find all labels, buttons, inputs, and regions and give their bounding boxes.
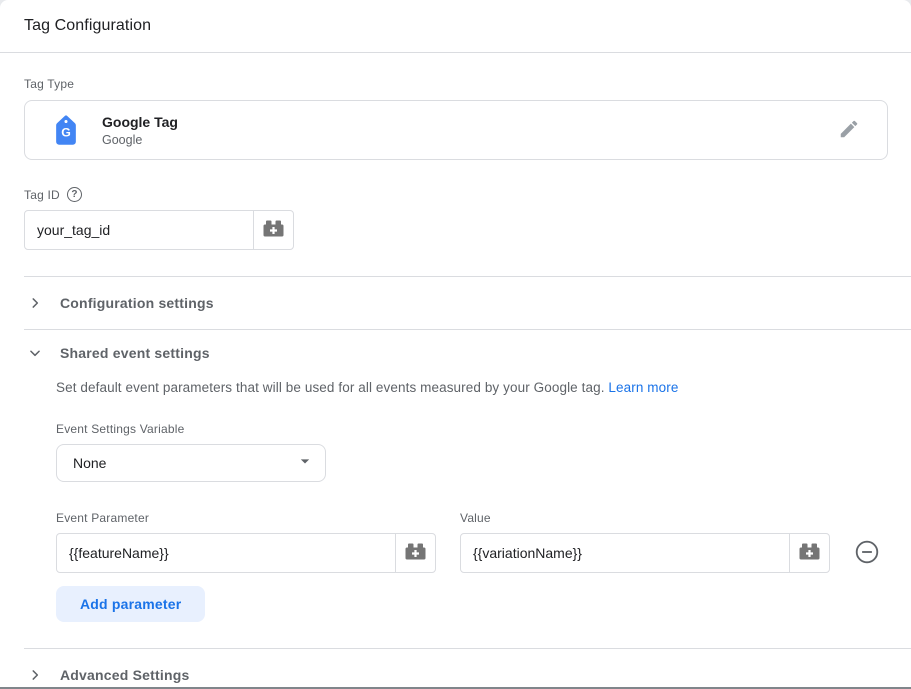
value-input[interactable] (461, 534, 789, 572)
tag-id-label-row: Tag ID ? (24, 187, 887, 202)
tag-type-vendor: Google (102, 133, 178, 147)
tag-icon-letter: G (61, 126, 71, 140)
value-input-group (460, 533, 830, 573)
tag-configuration-panel: Tag Configuration Tag Type G Google Tag … (0, 0, 911, 689)
chevron-right-icon (28, 668, 42, 682)
tag-id-input[interactable] (25, 211, 253, 249)
edit-tag-type-button[interactable] (831, 112, 867, 148)
value-label: Value (460, 511, 491, 525)
expander-label: Configuration settings (60, 295, 214, 311)
page-title: Tag Configuration (24, 17, 151, 35)
expander-label: Advanced Settings (60, 667, 189, 683)
event-parameter-label: Event Parameter (56, 511, 460, 525)
google-tag-icon: G (49, 113, 83, 147)
event-settings-variable-label: Event Settings Variable (56, 422, 911, 436)
parameter-variable-picker-button[interactable] (395, 534, 435, 572)
tag-type-text: Google Tag Google (102, 114, 178, 147)
minus-circle-icon (854, 539, 880, 568)
variable-lego-icon (799, 543, 820, 563)
pencil-icon (838, 118, 860, 143)
event-parameter-input[interactable] (57, 534, 395, 572)
tag-type-card[interactable]: G Google Tag Google (24, 100, 888, 160)
tag-id-input-group (24, 210, 294, 250)
tag-type-label: Tag Type (24, 77, 887, 91)
parameter-row (56, 533, 911, 573)
variable-lego-icon (405, 543, 426, 563)
shared-settings-description: Set default event parameters that will b… (56, 380, 911, 395)
expander-shared-event-settings[interactable]: Shared event settings (0, 330, 911, 376)
event-settings-variable-dropdown[interactable]: None (56, 444, 326, 482)
event-parameter-input-group (56, 533, 436, 573)
tag-id-label: Tag ID (24, 188, 60, 202)
parameter-column-labels: Event Parameter Value (56, 511, 911, 525)
variable-lego-icon (263, 220, 284, 240)
panel-header: Tag Configuration (0, 0, 911, 53)
shared-event-settings-content: Set default event parameters that will b… (0, 380, 911, 622)
expander-label: Shared event settings (60, 345, 210, 361)
chevron-down-icon (28, 346, 42, 360)
remove-parameter-button[interactable] (854, 540, 880, 566)
chevron-right-icon (28, 296, 42, 310)
add-parameter-button[interactable]: Add parameter (56, 586, 205, 622)
expander-advanced-settings[interactable]: Advanced Settings (0, 649, 911, 689)
dropdown-selected-value: None (73, 455, 295, 471)
value-variable-picker-button[interactable] (789, 534, 829, 572)
tag-type-name: Google Tag (102, 114, 178, 130)
expander-configuration-settings[interactable]: Configuration settings (0, 277, 911, 329)
learn-more-link[interactable]: Learn more (608, 380, 678, 395)
tag-id-variable-picker-button[interactable] (253, 211, 293, 249)
dropdown-arrow-icon (295, 451, 315, 476)
help-icon[interactable]: ? (67, 187, 82, 202)
